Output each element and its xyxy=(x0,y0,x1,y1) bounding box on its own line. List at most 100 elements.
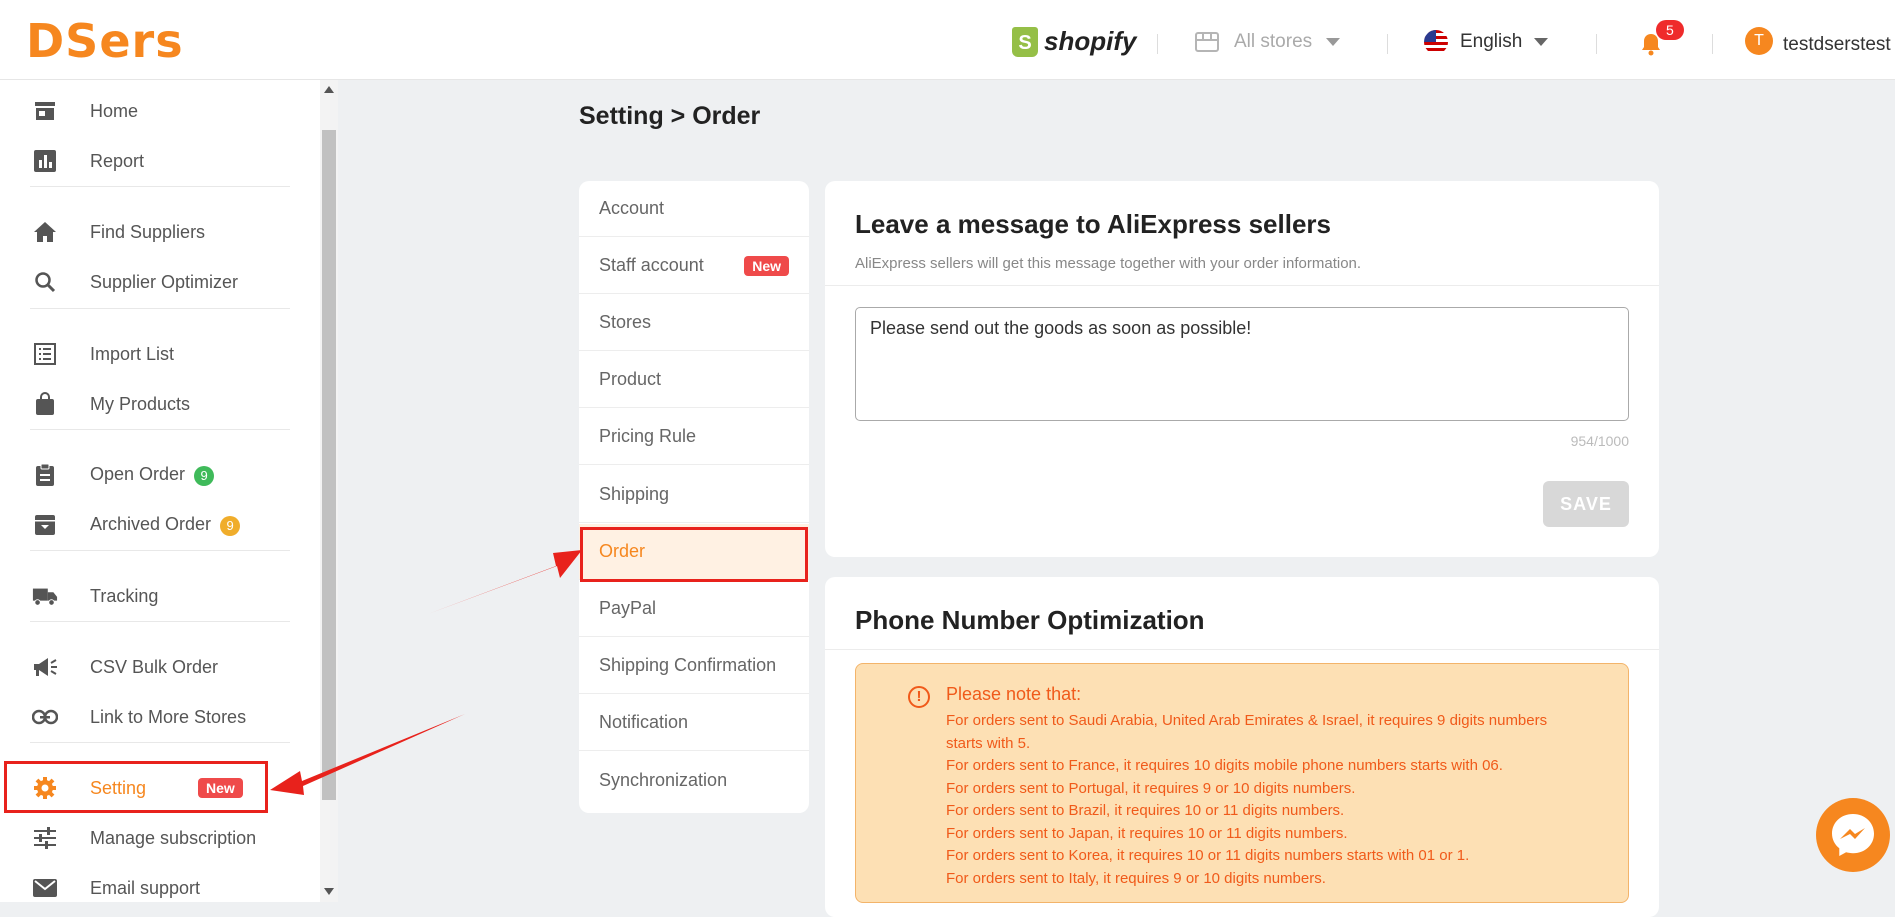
sidebar-item-archived-order[interactable]: Archived Order 9 xyxy=(0,503,300,547)
language-selector[interactable]: English xyxy=(1424,30,1549,54)
sidebar-item-label: My Products xyxy=(90,393,191,414)
note-line: For orders sent to Italy, it requires 9 … xyxy=(946,869,1326,887)
home-icon xyxy=(32,219,58,245)
sliders-icon xyxy=(32,825,58,851)
new-badge: New xyxy=(198,778,243,798)
settings-menu-item-label: Staff account xyxy=(599,255,704,275)
shopify-label: shopify xyxy=(1044,26,1137,56)
note-line: For orders sent to Japan, it requires 10… xyxy=(946,824,1348,842)
sidebar-item-setting[interactable]: Setting New xyxy=(0,766,300,810)
settings-menu-item-notification[interactable]: Notification xyxy=(579,695,809,751)
sidebar-item-label: Home xyxy=(90,100,139,121)
sidebar-divider xyxy=(30,308,290,309)
note-list: For orders sent to Saudi Arabia, United … xyxy=(946,710,1566,890)
header-divider xyxy=(1387,34,1388,54)
bag-icon xyxy=(32,391,58,417)
card-divider xyxy=(825,649,1659,650)
new-badge: New xyxy=(744,255,789,276)
header-divider xyxy=(1157,34,1158,54)
note-line: For orders sent to Korea, it requires 10… xyxy=(946,847,1470,864)
gear-icon xyxy=(32,775,58,801)
sidebar-item-link-to-more-stores[interactable]: Link to More Stores xyxy=(0,695,300,739)
phone-note-box: ! Please note that: For orders sent to S… xyxy=(855,663,1629,903)
archive-icon xyxy=(32,512,58,538)
sidebar-item-home[interactable]: Home xyxy=(0,89,300,133)
chevron-down-icon xyxy=(1326,38,1341,46)
store-icon xyxy=(32,98,58,124)
username[interactable]: testdserstest xyxy=(1783,34,1891,56)
sidebar-item-my-products[interactable]: My Products xyxy=(0,382,300,426)
scroll-up-arrow-icon[interactable] xyxy=(324,86,334,93)
dsers-logo[interactable]: DSers xyxy=(26,14,184,68)
sidebar-item-import-list[interactable]: Import List xyxy=(0,332,300,376)
sidebar-item-label: Report xyxy=(90,150,145,171)
sidebar-scrollbar-thumb[interactable] xyxy=(322,130,336,800)
sidebar-item-label: Link to More Stores xyxy=(90,706,247,727)
sidebar-item-label: Email support xyxy=(90,877,201,898)
sidebar-divider xyxy=(30,550,290,551)
header-divider xyxy=(1596,34,1597,54)
sidebar-item-supplier-optimizer[interactable]: Supplier Optimizer xyxy=(0,260,300,304)
megaphone-icon xyxy=(32,654,58,680)
messenger-chat-button[interactable] xyxy=(1816,798,1890,872)
sidebar-item-label: Find Suppliers xyxy=(90,221,206,242)
bar-chart-icon xyxy=(32,148,58,174)
sidebar-item-label: Archived Order 9 xyxy=(90,514,241,536)
exclamation-circle-icon: ! xyxy=(908,686,930,708)
note-title: Please note that: xyxy=(946,684,1082,704)
shopify-platform-indicator: S shopify xyxy=(1012,26,1136,57)
sidebar-item-tracking[interactable]: Tracking xyxy=(0,574,300,618)
sidebar-item-csv-bulk-order[interactable]: CSV Bulk Order xyxy=(0,645,300,689)
shopify-bag-icon: S xyxy=(1012,26,1038,57)
settings-menu-item-shipping[interactable]: Shipping xyxy=(579,467,809,523)
us-flag-icon xyxy=(1424,30,1448,54)
message-card-title: Leave a message to AliExpress sellers xyxy=(855,209,1331,239)
sidebar-item-label: Setting xyxy=(90,777,147,798)
clipboard-icon xyxy=(32,462,58,488)
archived-order-count-badge: 9 xyxy=(220,515,241,536)
settings-menu-item-product[interactable]: Product xyxy=(579,352,809,408)
seller-message-textarea[interactable] xyxy=(855,307,1629,421)
sidebar-divider xyxy=(30,742,290,743)
settings-menu-item-account[interactable]: Account xyxy=(579,181,809,237)
note-line: For orders sent to Saudi Arabia, United … xyxy=(946,712,1548,752)
breadcrumb: Setting > Order xyxy=(579,102,761,130)
sidebar-item-report[interactable]: Report xyxy=(0,139,300,183)
avatar[interactable]: T xyxy=(1745,27,1773,55)
store-selector-value: All stores xyxy=(1234,31,1313,52)
settings-menu-item-pricing-rule[interactable]: Pricing Rule xyxy=(579,409,809,465)
link-icon xyxy=(32,704,58,730)
note-line: For orders sent to France, it requires 1… xyxy=(946,757,1503,774)
settings-menu-item-staff-account[interactable]: Staff account New xyxy=(579,238,809,294)
scroll-down-arrow-icon[interactable] xyxy=(324,888,334,895)
note-line: For orders sent to Portugal, it requires… xyxy=(946,779,1356,797)
char-count: 954/1000 xyxy=(1570,433,1629,449)
list-icon xyxy=(32,341,58,367)
sidebar-item-email-support[interactable]: Email support xyxy=(0,866,300,910)
settings-menu-item-synchronization[interactable]: Synchronization xyxy=(579,752,809,808)
save-button[interactable]: SAVE xyxy=(1543,481,1629,527)
sidebar-divider xyxy=(30,429,290,430)
notification-count-badge: 5 xyxy=(1656,20,1684,40)
phone-optimization-card: Phone Number Optimization ! Please note … xyxy=(825,577,1659,917)
store-selector[interactable]: All stores xyxy=(1194,30,1341,54)
store-icon xyxy=(1195,32,1219,52)
sidebar-item-label: CSV Bulk Order xyxy=(90,656,219,677)
sidebar-item-label: Manage subscription xyxy=(90,827,257,848)
settings-menu-item-paypal[interactable]: PayPal xyxy=(579,581,809,637)
settings-menu-item-order[interactable]: Order xyxy=(579,524,809,580)
sidebar-item-open-order[interactable]: Open Order 9 xyxy=(0,453,300,497)
settings-menu-item-stores[interactable]: Stores xyxy=(579,295,809,351)
sidebar-item-label: Supplier Optimizer xyxy=(90,271,239,292)
message-card-subtitle: AliExpress sellers will get this message… xyxy=(855,255,1362,272)
settings-menu: Account Staff account New Stores Product… xyxy=(579,181,809,813)
sidebar-item-find-suppliers[interactable]: Find Suppliers xyxy=(0,210,300,254)
header-divider xyxy=(1712,34,1713,54)
chevron-down-icon xyxy=(1534,38,1549,46)
sidebar-item-label: Tracking xyxy=(90,585,159,606)
sidebar-item-manage-subscription[interactable]: Manage subscription xyxy=(0,816,300,860)
sidebar: Home Report Find Suppliers Supplier Opti… xyxy=(0,80,320,902)
phone-card-title: Phone Number Optimization xyxy=(855,605,1205,635)
sidebar-divider xyxy=(30,621,290,622)
settings-menu-item-shipping-confirmation[interactable]: Shipping Confirmation xyxy=(579,638,809,694)
